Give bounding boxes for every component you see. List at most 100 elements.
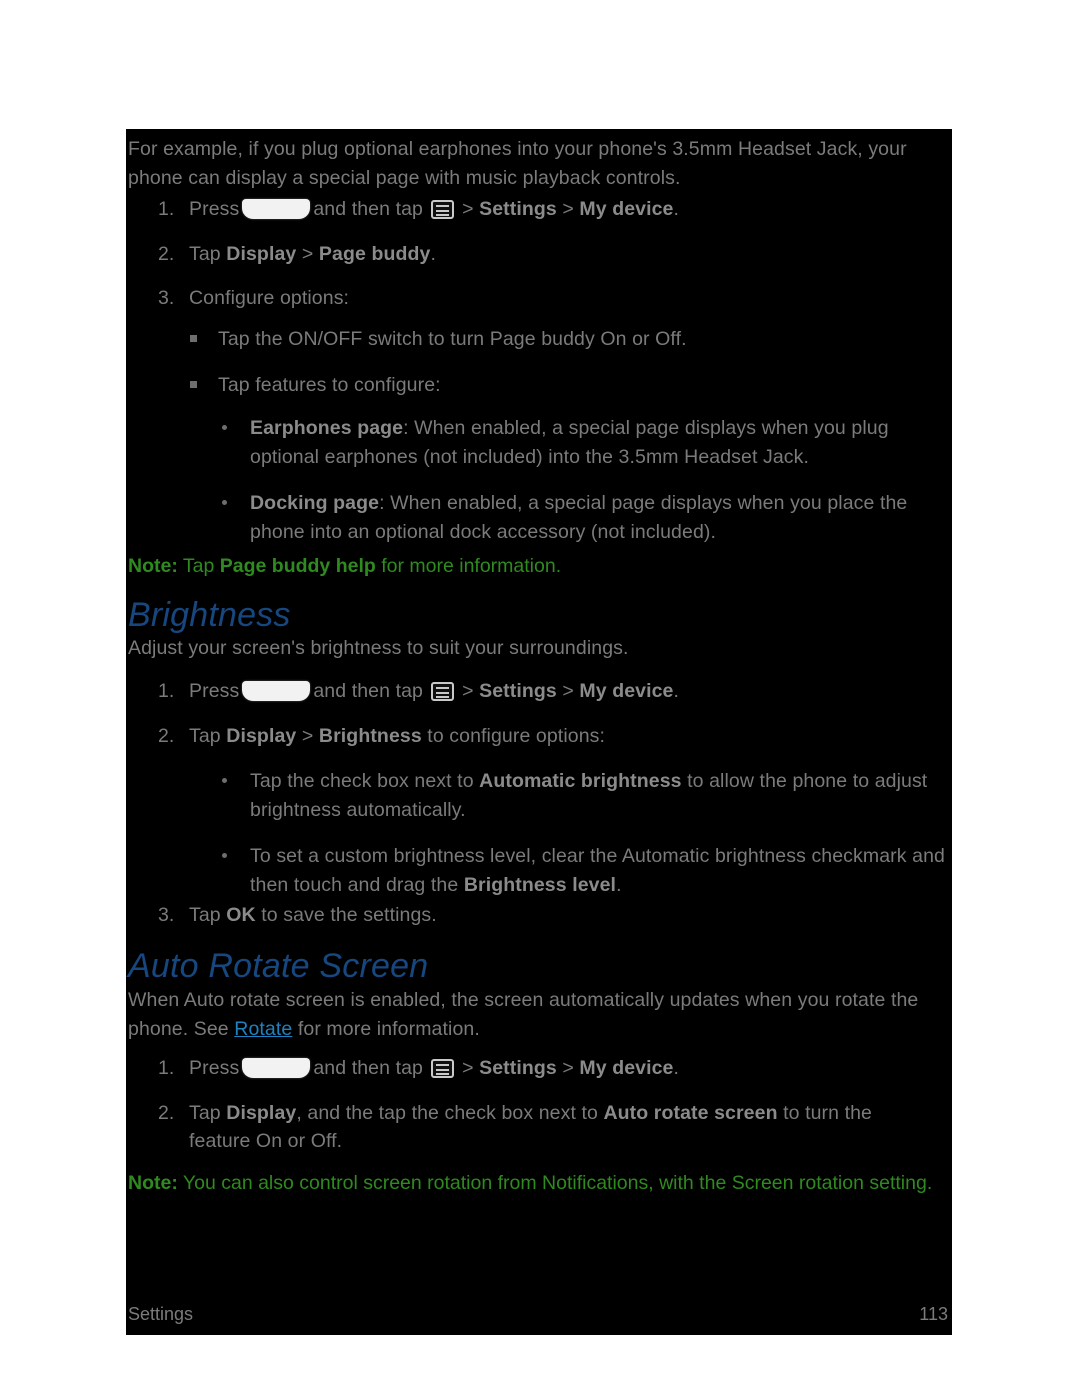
intro-line-1: For example, if you plug optional earpho…: [128, 138, 907, 160]
step-text: Tap Display > Brightness to configure op…: [189, 722, 916, 751]
earphones-page-label: Earphones page: [250, 417, 404, 439]
note-label: Note:: [128, 555, 178, 577]
list-item: Tap features to configure:: [126, 371, 916, 400]
page-title-brightness: Brightness: [128, 596, 291, 634]
bullet-text: Tap the check box next to Automatic brig…: [250, 767, 948, 824]
step-suffix: to save the settings.: [255, 904, 437, 926]
step-tap-label: Tap: [189, 1101, 227, 1124]
step-period: .: [673, 680, 680, 702]
my-device-label: My device: [579, 680, 674, 702]
step-text: Tap Display, and the tap the check box n…: [189, 1099, 916, 1156]
list-item: Earphones page: When enabled, a special …: [126, 414, 946, 471]
brightness-step-3: 3. Tap OK to save the settings.: [126, 901, 916, 946]
step-press-label: Press: [189, 680, 240, 702]
intro-line-2: phone can display a special page with mu…: [128, 166, 681, 189]
chevron-1: >: [462, 680, 474, 702]
step-number: 3.: [158, 287, 175, 309]
home-key-icon[interactable]: [242, 1058, 311, 1078]
step-text: Press and then tap > Settings > My device…: [189, 677, 916, 706]
step-number: 3.: [158, 904, 175, 926]
step-period: .: [430, 242, 436, 265]
step-number: 1.: [158, 680, 175, 702]
list-item: Tap the check box next to Automatic brig…: [126, 767, 948, 824]
auto-rotate-intro-text: When Auto rotate screen is enabled, the …: [128, 986, 928, 1043]
step-suffix: to configure options:: [421, 724, 606, 747]
automatic-brightness-label: Automatic brightness: [479, 770, 682, 792]
chevron-1: >: [301, 242, 314, 265]
step-number: 2.: [158, 724, 175, 747]
rotate-link[interactable]: Rotate: [234, 1018, 292, 1040]
step-press-label: Press: [189, 1057, 240, 1079]
list-item: 1. Press and then tap > Settings > My dev…: [126, 1054, 916, 1083]
auto-rotate-screen-label: Auto rotate screen: [603, 1101, 778, 1124]
step-period: .: [673, 198, 680, 220]
brightness-intro-text: Adjust your screen's brightness to suit …: [128, 637, 629, 659]
footer-section-label: Settings: [128, 1304, 194, 1324]
step-number: 2.: [158, 242, 175, 265]
menu-key-icon[interactable]: [430, 200, 454, 219]
brightness-label: Brightness: [318, 724, 422, 747]
step-period: .: [673, 1057, 680, 1079]
list-item: 3. Tap OK to save the settings.: [126, 901, 916, 930]
chevron-1: >: [462, 198, 474, 220]
display-label: Display: [226, 1101, 297, 1124]
chevron-2: >: [562, 680, 574, 702]
brightness-steps: 1. Press and then tap > Settings > My dev…: [126, 677, 916, 766]
auto-brightness-pre: Tap the check box next to: [250, 770, 480, 792]
step-tap-label: Tap: [189, 904, 221, 926]
menu-key-icon[interactable]: [430, 682, 454, 701]
note-auto-rotate: Note: You can also control screen rotati…: [128, 1169, 948, 1198]
step-mid: , and the tap the check box next to: [296, 1101, 604, 1124]
note-page-buddy: Note: Tap Page buddy help for more infor…: [128, 552, 948, 581]
settings-label: Settings: [479, 680, 557, 702]
bullet-text: To set a custom brightness level, clear …: [250, 842, 948, 899]
step-tap-label: and then tap: [313, 680, 423, 702]
my-device-label: My device: [579, 198, 674, 220]
step-text: Configure options:: [189, 287, 350, 309]
note-post: for more information.: [375, 555, 562, 577]
step-press-label: Press: [189, 198, 240, 220]
page-buddy-label: Page buddy: [318, 242, 431, 265]
square-bullet-icon: [190, 380, 197, 388]
step-number: 1.: [158, 1057, 175, 1079]
home-key-icon[interactable]: [242, 681, 311, 701]
brightness-options: Tap the check box next to Automatic brig…: [126, 767, 948, 917]
custom-brightness-post: .: [616, 873, 622, 896]
step-tap-label: and then tap: [313, 1057, 423, 1079]
list-item: Tap the ON/OFF switch to turn Page buddy…: [126, 325, 916, 354]
step-text: Press and then tap > Settings > My device…: [189, 195, 916, 224]
bullet-text: Tap the ON/OFF switch to turn Page buddy…: [218, 328, 687, 350]
ok-label: OK: [226, 904, 256, 926]
list-item: 2. Tap Display > Brightness to configure…: [126, 722, 916, 751]
page-buddy-options: Tap the ON/OFF switch to turn Page buddy…: [126, 325, 916, 416]
list-item: 2. Tap Display > Page buddy.: [126, 240, 916, 269]
bullet-text: Earphones page: When enabled, a special …: [250, 414, 946, 471]
bullet-text: Tap features to configure:: [218, 373, 441, 396]
list-item: 1. Press and then tap > Settings > My dev…: [126, 195, 916, 224]
round-bullet-icon: [222, 500, 227, 505]
step-tap-label: and then tap: [313, 198, 423, 220]
auto-rotate-steps: 1. Press and then tap > Settings > My dev…: [126, 1054, 916, 1172]
my-device-label: My device: [579, 1057, 674, 1079]
chevron-2: >: [562, 198, 574, 220]
step-number: 1.: [158, 198, 175, 220]
list-item: To set a custom brightness level, clear …: [126, 842, 948, 899]
auto-rotate-intro: When Auto rotate screen is enabled, the …: [128, 986, 928, 1043]
step-text: Tap Display > Page buddy.: [189, 240, 916, 269]
step-text: Press and then tap > Settings > My device…: [189, 1054, 916, 1083]
list-item: 2. Tap Display, and the tap the check bo…: [126, 1099, 916, 1156]
home-key-icon[interactable]: [242, 199, 311, 219]
round-bullet-icon: [222, 425, 227, 430]
brightness-intro: Adjust your screen's brightness to suit …: [128, 634, 918, 663]
list-item: Docking page: When enabled, a special pa…: [126, 489, 946, 546]
settings-label: Settings: [479, 198, 557, 220]
page-buddy-steps: 1. Press and then tap > Settings > My dev…: [126, 195, 916, 329]
page-footer: Settings 113: [126, 1289, 952, 1335]
round-bullet-icon: [222, 853, 227, 858]
bullet-text: Docking page: When enabled, a special pa…: [250, 489, 946, 546]
note-label: Note:: [128, 1172, 178, 1194]
menu-key-icon[interactable]: [430, 1059, 454, 1078]
display-label: Display: [226, 724, 297, 747]
intro-paragraph: For example, if you plug optional earpho…: [128, 135, 918, 192]
step-tap-label: Tap: [189, 724, 221, 747]
